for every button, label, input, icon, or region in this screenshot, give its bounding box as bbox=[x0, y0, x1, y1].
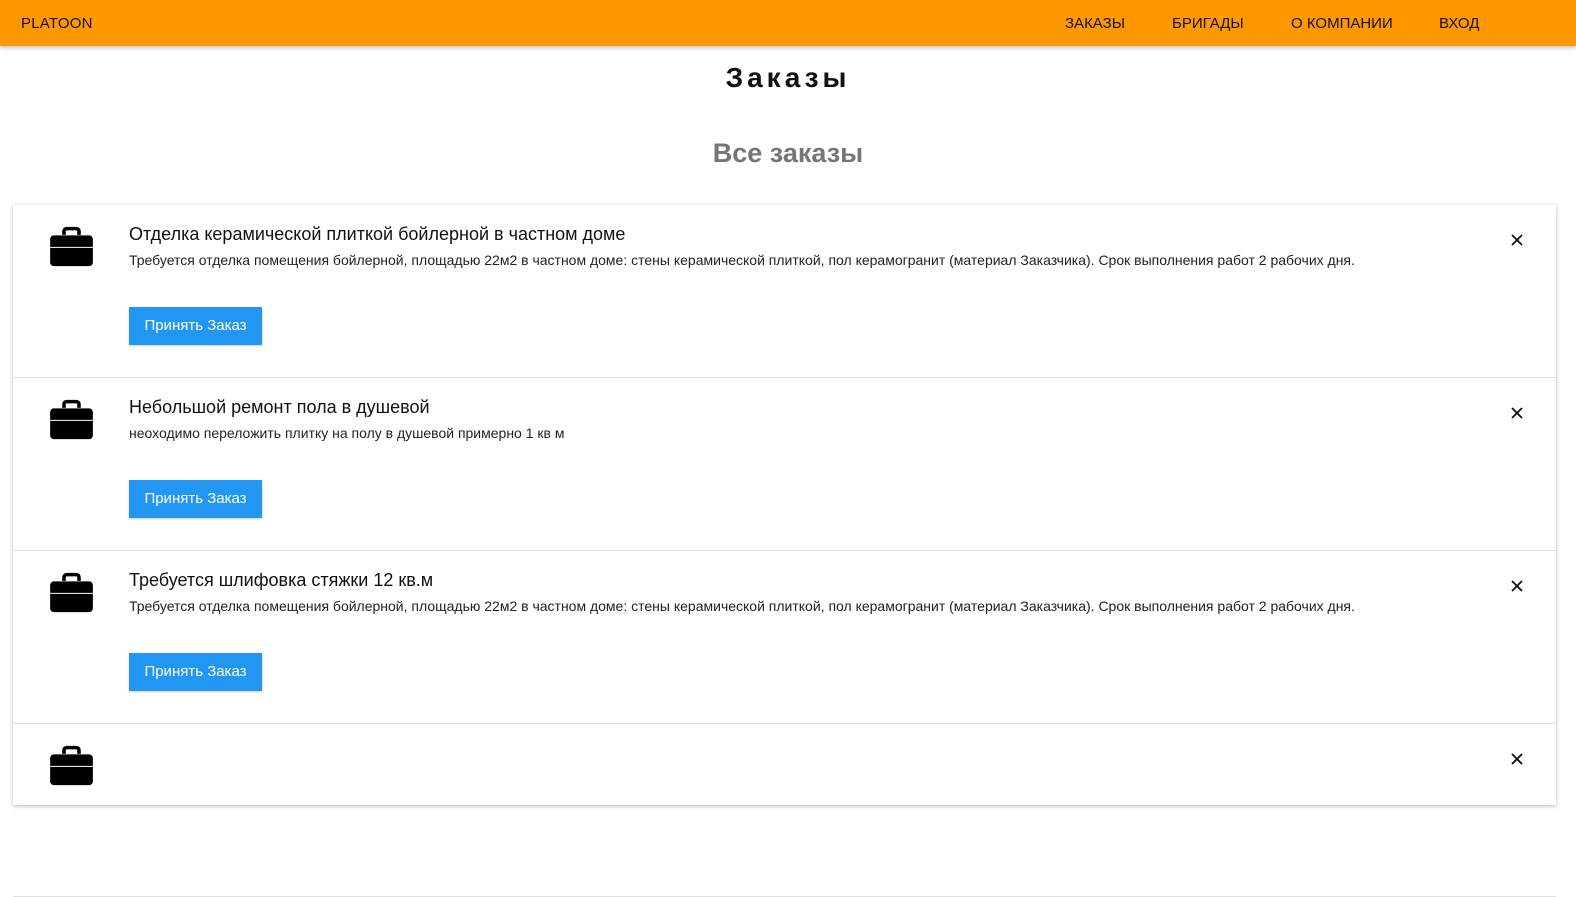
order-title: Небольшой ремонт пола в душевой bbox=[129, 397, 430, 417]
order-description: неоходимо переложить плитку на полу в ду… bbox=[129, 425, 565, 441]
nav-menu: ЗАКАЗЫ БРИГАДЫ О КОМПАНИИ ВХОД bbox=[0, 15, 1576, 35]
order-item bbox=[13, 724, 1556, 897]
nav-link-about[interactable]: О КОМПАНИИ bbox=[1291, 15, 1393, 32]
order-item: Отделка керамической плиткой бойлерной в… bbox=[13, 205, 1556, 378]
nav-link-brigades[interactable]: БРИГАДЫ bbox=[1172, 15, 1244, 32]
close-icon[interactable] bbox=[1510, 579, 1524, 593]
order-description: Требуется отделка помещения бойлерной, п… bbox=[129, 252, 1355, 268]
close-icon[interactable] bbox=[1510, 752, 1524, 766]
order-item: Требуется шлифовка стяжки 12 кв.м Требуе… bbox=[13, 551, 1556, 724]
close-icon[interactable] bbox=[1510, 406, 1524, 420]
accept-order-button[interactable]: Принять Заказ bbox=[129, 653, 262, 691]
top-navbar: PLATOON ЗАКАЗЫ БРИГАДЫ О КОМПАНИИ ВХОД bbox=[0, 0, 1576, 46]
orders-list: Отделка керамической плиткой бойлерной в… bbox=[13, 205, 1556, 897]
briefcase-icon bbox=[50, 572, 93, 613]
order-item: Небольшой ремонт пола в душевой неоходим… bbox=[13, 378, 1556, 551]
accept-order-button[interactable]: Принять Заказ bbox=[129, 480, 262, 518]
briefcase-icon bbox=[50, 399, 93, 440]
nav-link-login[interactable]: ВХОД bbox=[1439, 15, 1479, 32]
briefcase-icon bbox=[50, 226, 93, 267]
briefcase-icon bbox=[50, 745, 93, 786]
order-description: Требуется отделка помещения бойлерной, п… bbox=[129, 598, 1355, 614]
nav-link-orders[interactable]: ЗАКАЗЫ bbox=[1065, 15, 1125, 32]
close-icon[interactable] bbox=[1510, 233, 1524, 247]
page-subtitle: Все заказы bbox=[712, 138, 864, 168]
page-title: Заказы bbox=[725, 62, 851, 93]
order-title: Требуется шлифовка стяжки 12 кв.м bbox=[129, 570, 434, 590]
accept-order-button[interactable]: Принять Заказ bbox=[129, 307, 262, 345]
order-title: Отделка керамической плиткой бойлерной в… bbox=[129, 224, 626, 244]
